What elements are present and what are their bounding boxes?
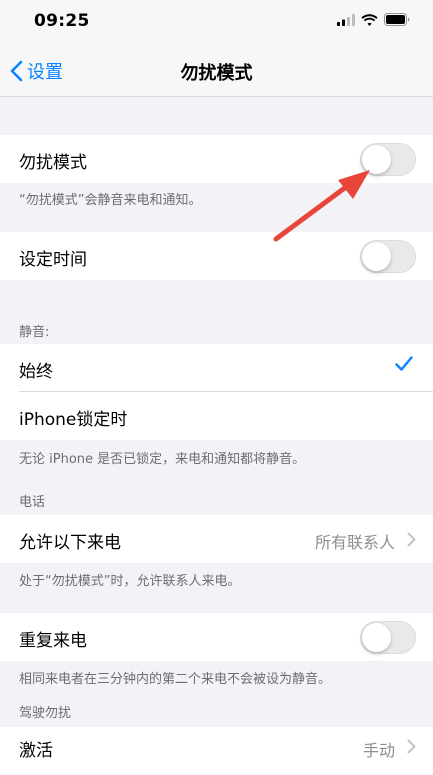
wifi-icon bbox=[361, 13, 378, 26]
activate-row[interactable]: 激活 手动 bbox=[0, 727, 433, 775]
silence-header: 静音: bbox=[19, 325, 50, 340]
status-time: 09:25 bbox=[34, 11, 90, 31]
repeated-calls-toggle[interactable] bbox=[360, 621, 416, 654]
activate-label: 激活 bbox=[19, 741, 53, 761]
dnd-row: 勿扰模式 bbox=[0, 135, 433, 183]
dnd-label: 勿扰模式 bbox=[19, 153, 87, 173]
allow-calls-row[interactable]: 允许以下来电 所有联系人 bbox=[0, 515, 433, 563]
repeated-calls-label: 重复来电 bbox=[19, 631, 87, 651]
toggle-knob bbox=[362, 242, 391, 271]
schedule-label: 设定时间 bbox=[19, 250, 87, 270]
chevron-right-icon bbox=[407, 532, 416, 547]
option-label: iPhone锁定时 bbox=[19, 410, 128, 430]
silence-option-locked[interactable]: iPhone锁定时 bbox=[0, 392, 433, 440]
status-icons bbox=[337, 13, 411, 26]
driving-header: 驾驶勿扰 bbox=[19, 706, 72, 721]
silence-note: 无论 iPhone 是否已锁定，来电和通知都将静音。 bbox=[19, 452, 306, 467]
dnd-toggle[interactable] bbox=[360, 143, 416, 176]
navigation-bar: 设置 勿扰模式 bbox=[0, 44, 433, 97]
status-bar: 09:25 bbox=[0, 0, 433, 44]
repeated-calls-row: 重复来电 bbox=[0, 613, 433, 661]
phone-header: 电话 bbox=[19, 495, 46, 510]
battery-icon bbox=[384, 13, 410, 26]
allow-calls-value: 所有联系人 bbox=[314, 533, 395, 552]
toggle-knob bbox=[362, 623, 391, 652]
schedule-row: 设定时间 bbox=[0, 232, 433, 280]
option-label: 始终 bbox=[19, 362, 53, 382]
allow-calls-note: 处于“勿扰模式”时，允许联系人来电。 bbox=[19, 574, 241, 589]
silence-option-always[interactable]: 始终 bbox=[0, 344, 433, 392]
schedule-toggle[interactable] bbox=[360, 240, 416, 273]
dnd-note: “勿扰模式”会静音来电和通知。 bbox=[19, 193, 202, 208]
activate-value: 手动 bbox=[362, 741, 395, 760]
allow-calls-label: 允许以下来电 bbox=[19, 533, 121, 553]
checkmark-icon bbox=[395, 356, 413, 371]
cellular-signal-icon bbox=[337, 13, 355, 26]
chevron-right-icon bbox=[407, 739, 416, 754]
toggle-knob bbox=[362, 145, 391, 174]
page-title: 勿扰模式 bbox=[180, 63, 253, 84]
repeated-calls-note: 相同来电者在三分钟内的第二个来电不会被设为静音。 bbox=[19, 672, 332, 687]
